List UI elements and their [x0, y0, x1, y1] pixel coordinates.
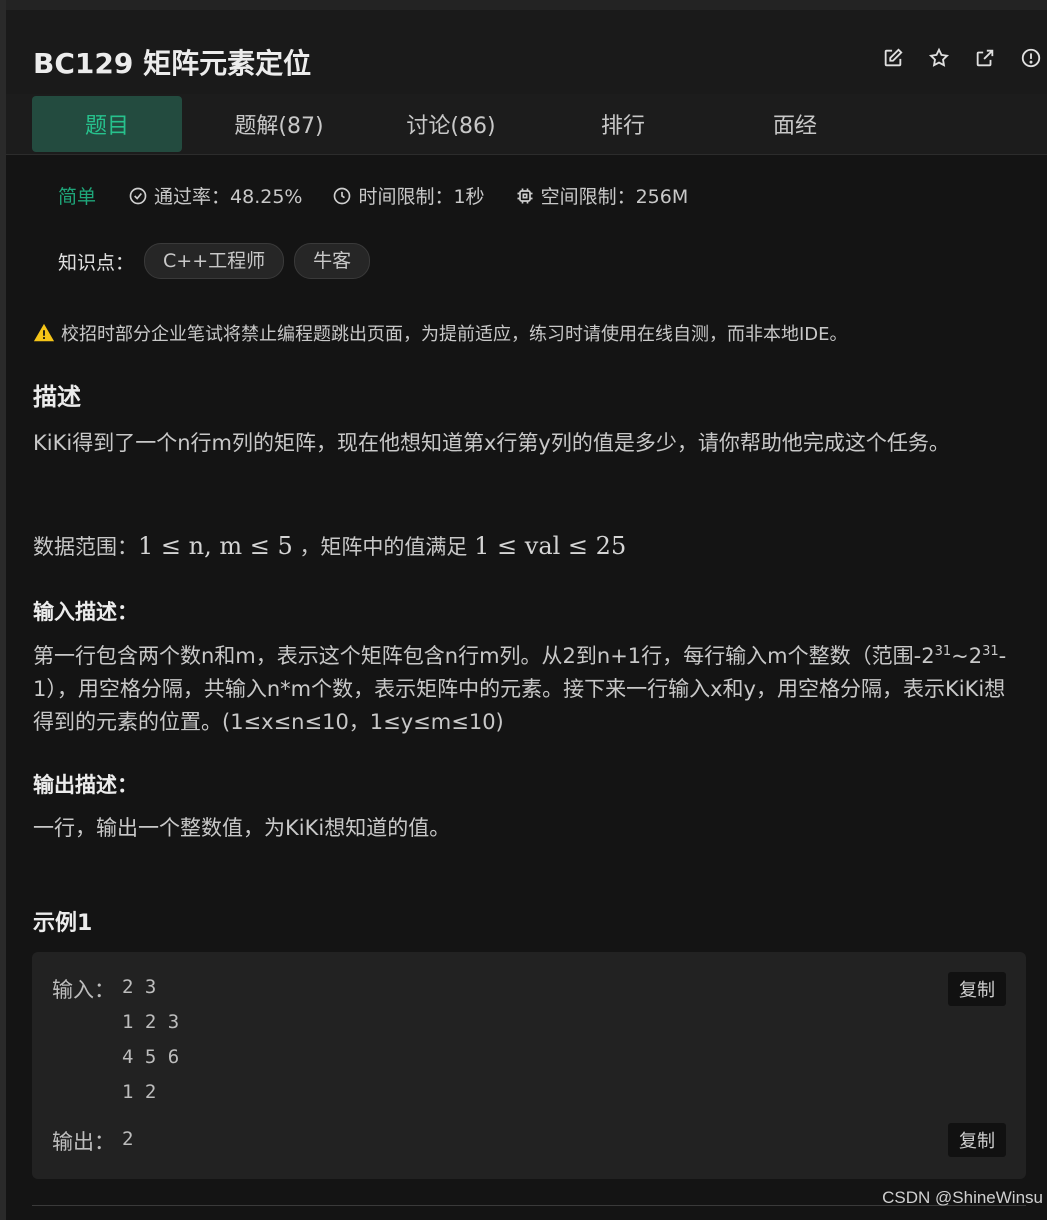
notice-banner: 校招时部分企业笔试将禁止编程题跳出页面，为提前适应，练习时请使用在线自测，而非本…: [33, 320, 848, 346]
example-input-value[interactable]: 2 3 1 2 3 4 5 6 1 2: [122, 970, 179, 1110]
tag-cpp-engineer[interactable]: C++工程师: [144, 243, 285, 279]
knowledge-label: 知识点：: [58, 251, 135, 274]
input-desc-part2: ~2: [951, 644, 983, 668]
time-limit-text: 时间限制：1秒: [358, 186, 485, 208]
difficulty-badge: 简单: [58, 186, 97, 208]
example-box: 输入： 2 3 1 2 3 4 5 6 1 2 复制 输出： 2 复制: [32, 952, 1026, 1179]
space-limit: 空间限制：256M: [515, 182, 689, 209]
top-bar: [6, 0, 1047, 10]
input-desc-sup2: 31: [982, 644, 999, 659]
tab-problem[interactable]: 题目: [32, 96, 182, 152]
copy-output-button[interactable]: 复制: [948, 1123, 1006, 1157]
page-title: BC129 矩阵元素定位: [33, 47, 312, 80]
input-desc-sup1: 31: [934, 644, 952, 659]
star-icon[interactable]: [927, 46, 951, 70]
notice-text: 校招时部分企业笔试将禁止编程题跳出页面，为提前适应，练习时请使用在线自测，而非本…: [61, 324, 848, 345]
tab-solutions[interactable]: 题解(87): [204, 96, 354, 152]
problem-meta: 简单 通过率：48.25% 时间限制：1秒 空间限制：256M: [58, 182, 718, 209]
problem-page: BC129 矩阵元素定位 题目 题解(87) 讨论(86) 排行 面经 简单 通…: [0, 0, 1047, 1220]
input-description-title: 输入描述：: [33, 600, 138, 624]
input-description-text: 第一行包含两个数n和m，表示这个矩阵包含n行m列。从2到n+1行，每行输入m个整…: [33, 640, 1018, 739]
report-icon[interactable]: [1019, 46, 1043, 70]
range-formula-1: 1 ≤ n, m ≤ 5: [138, 532, 293, 560]
left-scroll-strip: [0, 0, 6, 1220]
time-limit: 时间限制：1秒: [332, 182, 485, 209]
header-actions: [881, 46, 1043, 70]
chip-icon: [517, 188, 533, 203]
tab-ranking[interactable]: 排行: [548, 96, 698, 152]
output-description-title: 输出描述：: [33, 773, 138, 797]
pass-rate-text: 通过率：48.25%: [154, 186, 303, 208]
description-title: 描述: [33, 383, 81, 411]
example-title: 示例1: [33, 911, 93, 936]
range-middle: ，矩阵中的值满足: [299, 535, 468, 559]
check-circle-icon: [129, 187, 147, 204]
edit-icon[interactable]: [881, 46, 905, 70]
tag-nowcoder[interactable]: 牛客: [294, 243, 371, 279]
example-output-value[interactable]: 2: [122, 1122, 133, 1157]
copy-input-button[interactable]: 复制: [948, 972, 1006, 1006]
description-text: KiKi得到了一个n行m列的矩阵，现在他想知道第x行第y列的值是多少，请你帮助他…: [33, 431, 950, 455]
range-prefix: 数据范围：: [33, 535, 138, 559]
tab-bar: 题目 题解(87) 讨论(86) 排行 面经: [6, 94, 1047, 155]
space-limit-text: 空间限制：256M: [540, 186, 689, 208]
pass-rate: 通过率：48.25%: [128, 182, 302, 209]
input-desc-part1: 第一行包含两个数n和m，表示这个矩阵包含n行m列。从2到n+1行，每行输入m个整…: [33, 644, 935, 668]
knowledge-points: 知识点： C++工程师 牛客: [58, 243, 371, 279]
output-description-text: 一行，输出一个整数值，为KiKi想知道的值。: [33, 816, 451, 840]
tab-interview[interactable]: 面经: [720, 96, 870, 152]
share-icon[interactable]: [973, 46, 997, 70]
divider: [32, 1205, 1026, 1206]
range-formula-2: 1 ≤ val ≤ 25: [474, 532, 627, 560]
data-range: 数据范围：1 ≤ n, m ≤ 5 ，矩阵中的值满足 1 ≤ val ≤ 25: [33, 530, 1023, 564]
tab-discussion[interactable]: 讨论(86): [376, 96, 526, 152]
watermark: CSDN @ShineWinsu: [882, 1188, 1043, 1207]
clock-icon: [334, 187, 351, 204]
example-input-label: 输入：: [52, 978, 115, 1002]
warning-icon: [33, 323, 55, 342]
problem-header: BC129 矩阵元素定位: [6, 10, 1047, 94]
example-output-label: 输出：: [52, 1130, 115, 1154]
